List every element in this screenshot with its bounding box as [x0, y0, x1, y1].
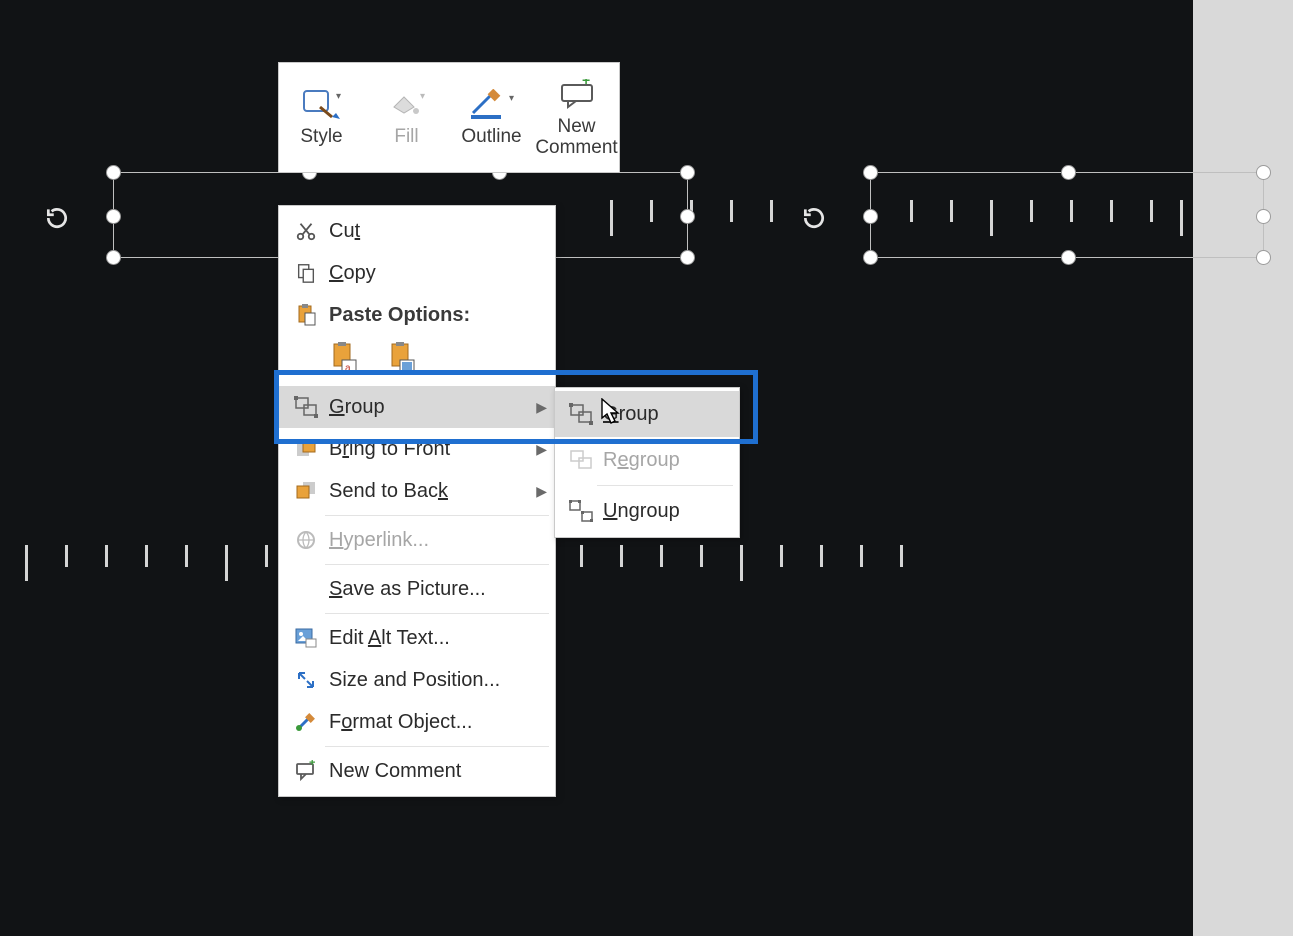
svg-text:▾: ▾ [509, 93, 514, 104]
submenu-arrow-icon: ▶ [536, 441, 547, 458]
size-position-icon [289, 666, 323, 694]
menu-copy-label: Copy [323, 262, 547, 285]
rotate-handle-icon[interactable] [44, 205, 70, 231]
selection-box-2[interactable] [870, 172, 1264, 258]
menu-hyperlink: Hyperlink... [279, 519, 555, 561]
new-comment-label: New Comment [535, 117, 617, 159]
context-menu: Cut Copy Paste Options: a Group ▶ Bring … [278, 205, 556, 797]
fill-icon: ▾ [388, 87, 426, 121]
group-icon [565, 401, 597, 427]
copy-icon [289, 259, 323, 287]
paste-option-picture[interactable] [385, 340, 421, 378]
group-submenu: Group Regroup Ungroup [554, 387, 740, 538]
send-to-back-icon [289, 477, 323, 505]
menu-separator [325, 746, 549, 747]
paste-options-row: a [279, 336, 555, 386]
selection-handle[interactable] [1256, 250, 1271, 265]
menu-separator [325, 515, 549, 516]
menu-new-comment-label: New Comment [323, 760, 547, 783]
submenu-group-label: Group [597, 403, 659, 426]
hyperlink-icon [289, 526, 323, 554]
menu-save-as-picture[interactable]: Save as Picture... [279, 568, 555, 610]
menu-group[interactable]: Group ▶ [279, 386, 555, 428]
selection-handle[interactable] [106, 165, 121, 180]
menu-separator [325, 564, 549, 565]
new-comment-button[interactable]: + New Comment [534, 63, 619, 172]
selection-handle[interactable] [106, 250, 121, 265]
menu-hyperlink-label: Hyperlink... [323, 529, 547, 552]
style-button[interactable]: ▾ Style [279, 63, 364, 172]
submenu-arrow-icon: ▶ [536, 483, 547, 500]
selection-handle[interactable] [1061, 250, 1076, 265]
menu-format-object[interactable]: Format Object... [279, 701, 555, 743]
submenu-arrow-icon: ▶ [536, 399, 547, 416]
selection-handle[interactable] [863, 209, 878, 224]
blank-icon [289, 575, 323, 603]
menu-edit-alt-text[interactable]: Edit Alt Text... [279, 617, 555, 659]
selection-handle[interactable] [863, 165, 878, 180]
svg-text:a: a [345, 363, 351, 374]
paste-option-keep-formatting[interactable]: a [327, 340, 363, 378]
submenu-ungroup-label: Ungroup [597, 500, 680, 523]
svg-text:▾: ▾ [336, 91, 341, 102]
menu-new-comment[interactable]: + New Comment [279, 750, 555, 792]
menu-bring-to-front[interactable]: Bring to Front ▶ [279, 428, 555, 470]
menu-send-to-back-label: Send to Back [323, 480, 536, 503]
outline-icon: ▾ [469, 87, 515, 121]
submenu-regroup-label: Regroup [597, 449, 680, 472]
selection-handle[interactable] [863, 250, 878, 265]
menu-send-to-back[interactable]: Send to Back ▶ [279, 470, 555, 512]
new-comment-icon: + [556, 77, 598, 111]
new-comment-icon: + [289, 757, 323, 785]
submenu-ungroup[interactable]: Ungroup [555, 488, 739, 534]
outline-button[interactable]: ▾ Outline [449, 63, 534, 172]
selection-handle[interactable] [680, 209, 695, 224]
format-object-icon [289, 708, 323, 736]
menu-separator [597, 485, 733, 486]
group-icon [289, 393, 323, 421]
outline-label: Outline [461, 127, 521, 148]
menu-size-position-label: Size and Position... [323, 669, 547, 692]
menu-size-and-position[interactable]: Size and Position... [279, 659, 555, 701]
menu-cut-label: Cut [323, 220, 547, 243]
bring-to-front-icon [289, 435, 323, 463]
menu-group-label: Group [323, 396, 536, 419]
fill-button[interactable]: ▾ Fill [364, 63, 449, 172]
mini-toolbar: ▾ Style ▾ Fill ▾ Outline + New Comment [278, 62, 620, 173]
regroup-icon [565, 447, 597, 473]
selection-handle[interactable] [106, 209, 121, 224]
rotate-handle-icon[interactable] [801, 205, 827, 231]
selection-handle[interactable] [1061, 165, 1076, 180]
menu-save-as-picture-label: Save as Picture... [323, 578, 547, 601]
menu-paste-options-label: Paste Options: [323, 304, 547, 327]
selection-handle[interactable] [680, 165, 695, 180]
svg-text:+: + [309, 760, 315, 769]
fill-label: Fill [394, 127, 418, 148]
submenu-group[interactable]: Group [555, 391, 739, 437]
side-panel [1193, 0, 1293, 936]
selection-handle[interactable] [1256, 209, 1271, 224]
menu-bring-to-front-label: Bring to Front [323, 438, 536, 461]
svg-text:+: + [582, 79, 590, 88]
style-label: Style [300, 127, 342, 148]
style-icon: ▾ [302, 87, 342, 121]
alt-text-icon [289, 624, 323, 652]
svg-text:▾: ▾ [420, 91, 425, 102]
menu-cut[interactable]: Cut [279, 210, 555, 252]
menu-separator [325, 613, 549, 614]
selection-handle[interactable] [680, 250, 695, 265]
paste-icon [289, 301, 323, 329]
cut-icon [289, 217, 323, 245]
submenu-regroup: Regroup [555, 437, 739, 483]
ungroup-icon [565, 498, 597, 524]
menu-paste-options-header: Paste Options: [279, 294, 555, 336]
menu-copy[interactable]: Copy [279, 252, 555, 294]
menu-format-object-label: Format Object... [323, 711, 547, 734]
selection-handle[interactable] [1256, 165, 1271, 180]
menu-edit-alt-text-label: Edit Alt Text... [323, 627, 547, 650]
